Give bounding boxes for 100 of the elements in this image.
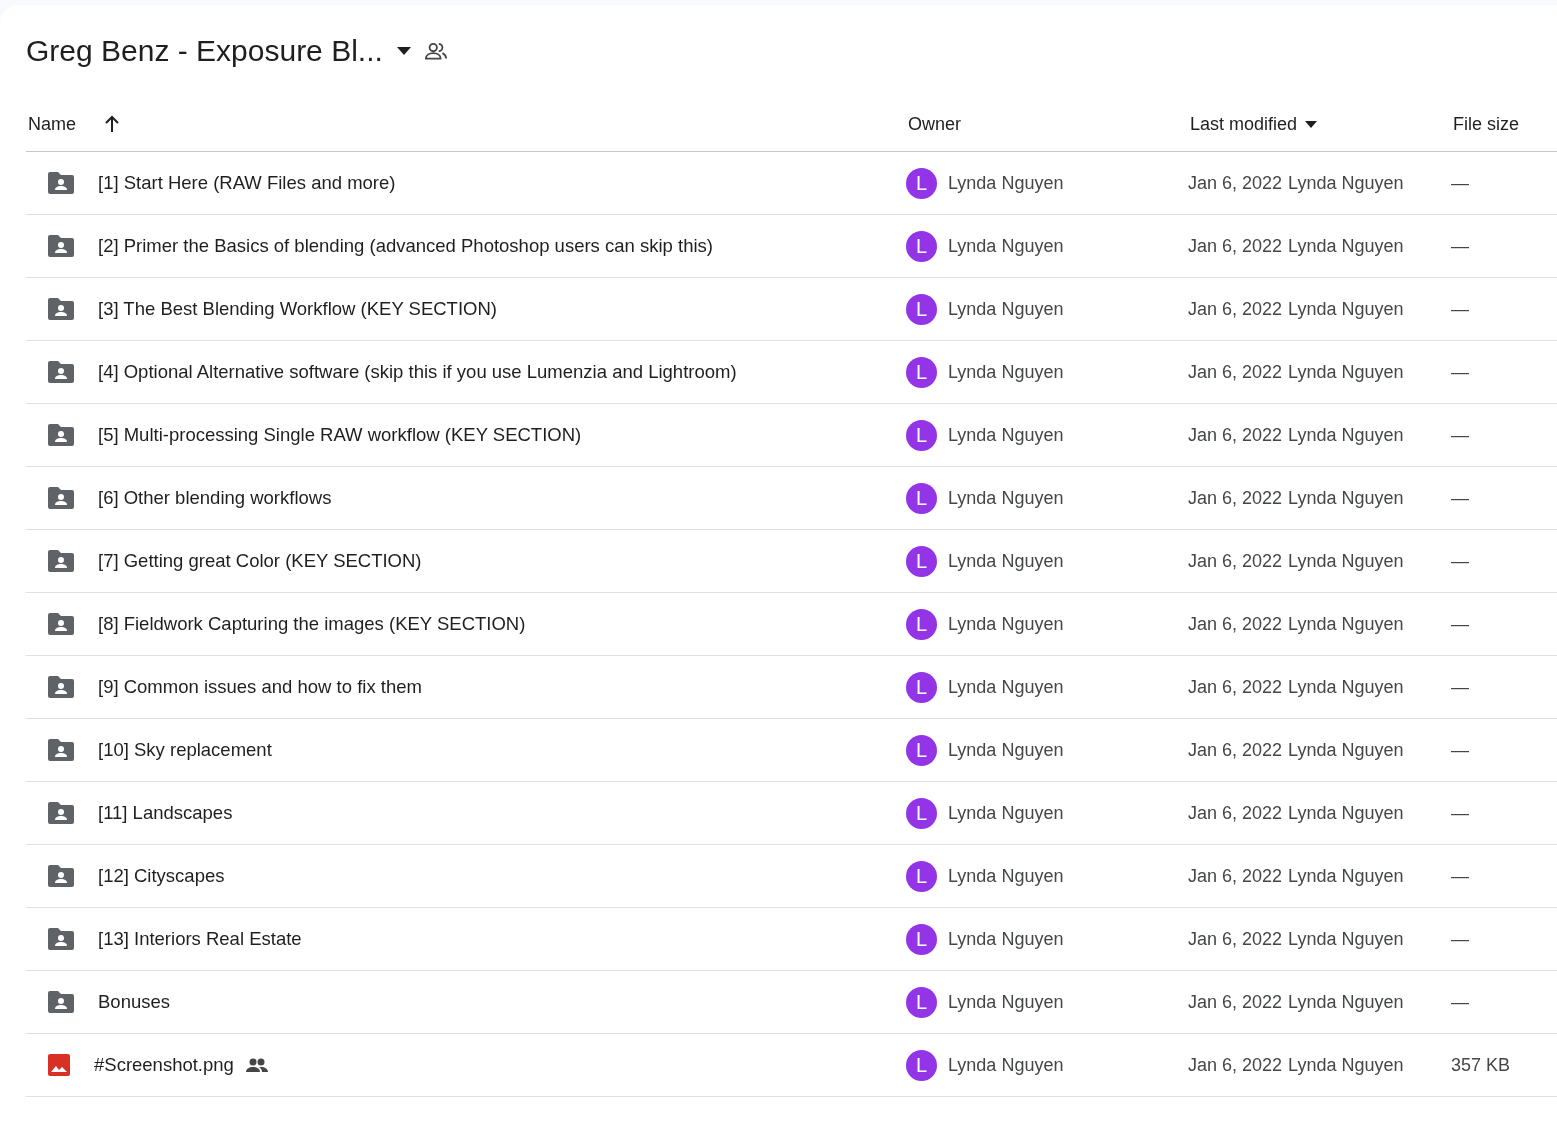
file-size: — bbox=[1451, 487, 1470, 509]
file-size: — bbox=[1451, 676, 1470, 698]
owner-avatar: L bbox=[906, 923, 937, 955]
file-name[interactable]: [9] Common issues and how to fix them bbox=[98, 676, 422, 698]
modified-date: Jan 6, 2022 bbox=[1188, 298, 1283, 320]
file-name[interactable]: #Screenshot.png bbox=[94, 1054, 234, 1076]
file-name[interactable]: [5] Multi-processing Single RAW workflow (KEY SECTION) bbox=[98, 424, 582, 446]
modified-by: Lynda Nguyen bbox=[1288, 676, 1404, 698]
column-header[interactable]: Last modified bbox=[1190, 113, 1298, 135]
owner-avatar: L bbox=[906, 419, 937, 451]
file-name[interactable]: [11] Landscapes bbox=[98, 802, 233, 824]
modified-date: Jan 6, 2022 bbox=[1188, 991, 1283, 1013]
sort-caret-icon[interactable] bbox=[1305, 120, 1318, 128]
file-name[interactable]: [8] Fieldwork Capturing the images (KEY SECTION) bbox=[98, 613, 526, 635]
shared-folder-icon bbox=[48, 424, 74, 446]
file-name[interactable]: [1] Start Here (RAW Files and more) bbox=[98, 172, 396, 194]
file-size: — bbox=[1451, 865, 1470, 887]
file-size: — bbox=[1451, 361, 1470, 383]
modified-date: Jan 6, 2022 bbox=[1188, 235, 1283, 257]
modified-by: Lynda Nguyen bbox=[1288, 424, 1404, 446]
owner-name: Lynda Nguyen bbox=[948, 424, 1064, 446]
owner-name: Lynda Nguyen bbox=[948, 676, 1064, 698]
modified-by: Lynda Nguyen bbox=[1288, 235, 1404, 257]
column-header[interactable]: File size bbox=[1453, 113, 1519, 135]
file-name[interactable]: [12] Cityscapes bbox=[98, 865, 225, 887]
owner-avatar: L bbox=[906, 230, 937, 262]
sort-up-arrow-icon[interactable] bbox=[104, 115, 120, 133]
file-name[interactable]: [10] Sky replacement bbox=[98, 739, 272, 761]
shared-folder-icon bbox=[48, 298, 74, 320]
shared-folder-icon bbox=[48, 802, 74, 824]
owner-avatar: L bbox=[906, 986, 937, 1018]
image-file-icon bbox=[48, 1054, 70, 1076]
owner-name: Lynda Nguyen bbox=[948, 928, 1064, 950]
owner-avatar: L bbox=[906, 293, 937, 325]
owner-name: Lynda Nguyen bbox=[948, 172, 1064, 194]
shared-folder-icon bbox=[48, 739, 74, 761]
owner-name: Lynda Nguyen bbox=[948, 235, 1064, 257]
modified-date: Jan 6, 2022 bbox=[1188, 865, 1283, 887]
modified-date: Jan 6, 2022 bbox=[1188, 550, 1283, 572]
modified-by: Lynda Nguyen bbox=[1288, 991, 1404, 1013]
modified-date: Jan 6, 2022 bbox=[1188, 361, 1283, 383]
file-name[interactable]: [4] Optional Alternative software (skip this if you use Lumenzia and Lightroom) bbox=[98, 361, 737, 383]
column-header[interactable]: Name bbox=[28, 113, 76, 135]
file-size: — bbox=[1451, 739, 1470, 761]
modified-by: Lynda Nguyen bbox=[1288, 1054, 1404, 1076]
modified-by: Lynda Nguyen bbox=[1288, 298, 1404, 320]
modified-date: Jan 6, 2022 bbox=[1188, 424, 1283, 446]
file-name[interactable]: [7] Getting great Color (KEY SECTION) bbox=[98, 550, 422, 572]
column-header[interactable]: Owner bbox=[908, 113, 961, 135]
modified-date: Jan 6, 2022 bbox=[1188, 1054, 1283, 1076]
modified-by: Lynda Nguyen bbox=[1288, 172, 1404, 194]
shared-folder-icon bbox=[48, 613, 74, 635]
file-size: — bbox=[1451, 172, 1470, 194]
owner-name: Lynda Nguyen bbox=[948, 298, 1064, 320]
modified-date: Jan 6, 2022 bbox=[1188, 487, 1283, 509]
shared-folder-icon bbox=[48, 235, 74, 257]
modified-date: Jan 6, 2022 bbox=[1188, 676, 1283, 698]
file-name[interactable]: [3] The Best Blending Workflow (KEY SECTION) bbox=[98, 298, 497, 320]
shared-folder-icon bbox=[48, 676, 74, 698]
shared-people-icon bbox=[424, 42, 447, 60]
modified-by: Lynda Nguyen bbox=[1288, 802, 1404, 824]
modified-date: Jan 6, 2022 bbox=[1188, 613, 1283, 635]
owner-name: Lynda Nguyen bbox=[948, 865, 1064, 887]
file-size: — bbox=[1451, 613, 1470, 635]
file-name[interactable]: [6] Other blending workflows bbox=[98, 487, 332, 509]
modified-date: Jan 6, 2022 bbox=[1188, 172, 1283, 194]
modified-date: Jan 6, 2022 bbox=[1188, 739, 1283, 761]
file-size: — bbox=[1451, 550, 1470, 572]
shared-folder-icon bbox=[48, 172, 74, 194]
file-name[interactable]: [2] Primer the Basics of blending (advanced Photoshop users can skip this) bbox=[98, 235, 713, 257]
shared-folder-icon bbox=[48, 991, 74, 1013]
modified-date: Jan 6, 2022 bbox=[1188, 928, 1283, 950]
owner-name: Lynda Nguyen bbox=[948, 361, 1064, 383]
file-size: — bbox=[1451, 991, 1470, 1013]
owner-avatar: L bbox=[906, 797, 937, 829]
owner-avatar: L bbox=[906, 167, 937, 199]
owner-name: Lynda Nguyen bbox=[948, 802, 1064, 824]
owner-name: Lynda Nguyen bbox=[948, 739, 1064, 761]
file-size: — bbox=[1451, 235, 1470, 257]
owner-name: Lynda Nguyen bbox=[948, 1054, 1064, 1076]
shared-folder-icon bbox=[48, 550, 74, 572]
file-name[interactable]: Bonuses bbox=[98, 991, 170, 1013]
owner-name: Lynda Nguyen bbox=[948, 991, 1064, 1013]
modified-date: Jan 6, 2022 bbox=[1188, 802, 1283, 824]
owner-name: Lynda Nguyen bbox=[948, 487, 1064, 509]
owner-name: Lynda Nguyen bbox=[948, 550, 1064, 572]
shared-folder-icon bbox=[48, 928, 74, 950]
shared-folder-icon bbox=[48, 865, 74, 887]
modified-by: Lynda Nguyen bbox=[1288, 613, 1404, 635]
file-size: — bbox=[1451, 802, 1470, 824]
modified-by: Lynda Nguyen bbox=[1288, 739, 1404, 761]
owner-avatar: L bbox=[906, 608, 937, 640]
owner-avatar: L bbox=[906, 482, 937, 514]
modified-by: Lynda Nguyen bbox=[1288, 487, 1404, 509]
modified-by: Lynda Nguyen bbox=[1288, 550, 1404, 572]
dropdown-caret-icon[interactable] bbox=[396, 47, 411, 55]
file-name[interactable]: [13] Interiors Real Estate bbox=[98, 928, 302, 950]
owner-avatar: L bbox=[906, 545, 937, 577]
owner-avatar: L bbox=[906, 860, 937, 892]
owner-name: Lynda Nguyen bbox=[948, 613, 1064, 635]
